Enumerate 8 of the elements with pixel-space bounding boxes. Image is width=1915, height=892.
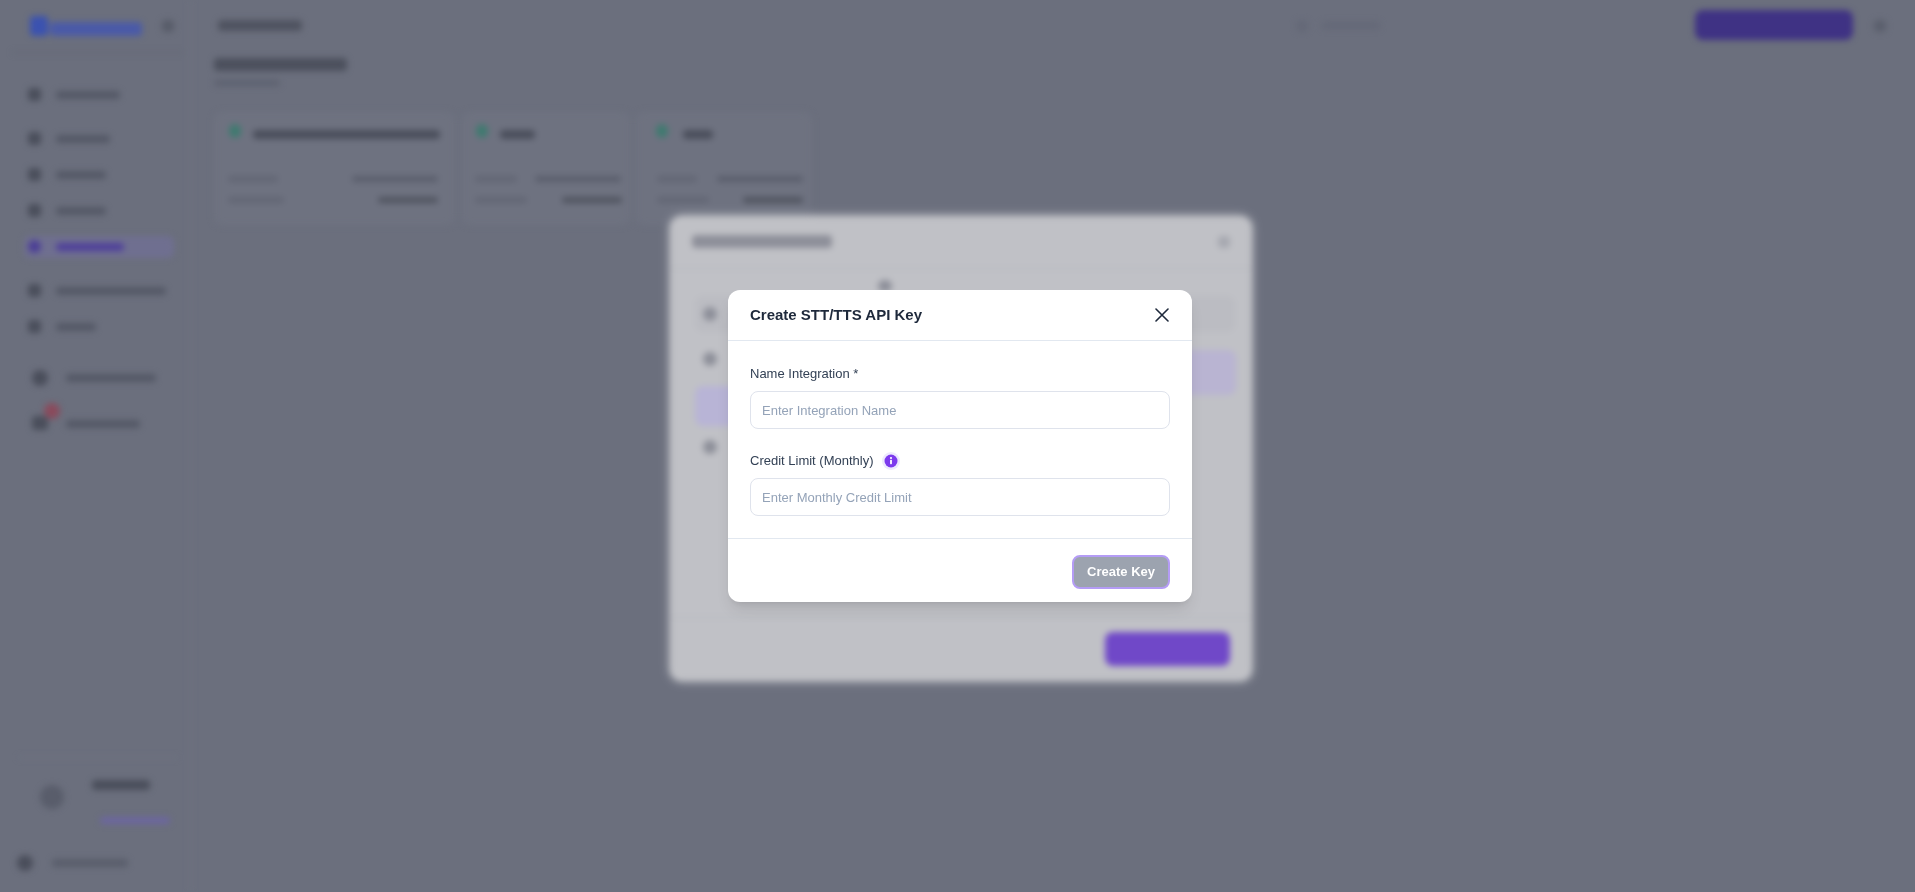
info-icon[interactable]: [881, 452, 900, 470]
close-button[interactable]: [1154, 307, 1170, 323]
field-label: Credit Limit (Monthly): [750, 453, 874, 469]
close-icon: [1155, 308, 1169, 322]
dialog-title: Create STT/TTS API Key: [750, 304, 922, 325]
input-field[interactable]: Enter Integration Name: [750, 391, 1170, 429]
field-label: Name Integration *: [750, 366, 859, 382]
input-field[interactable]: Enter Monthly Credit Limit: [750, 478, 1170, 516]
